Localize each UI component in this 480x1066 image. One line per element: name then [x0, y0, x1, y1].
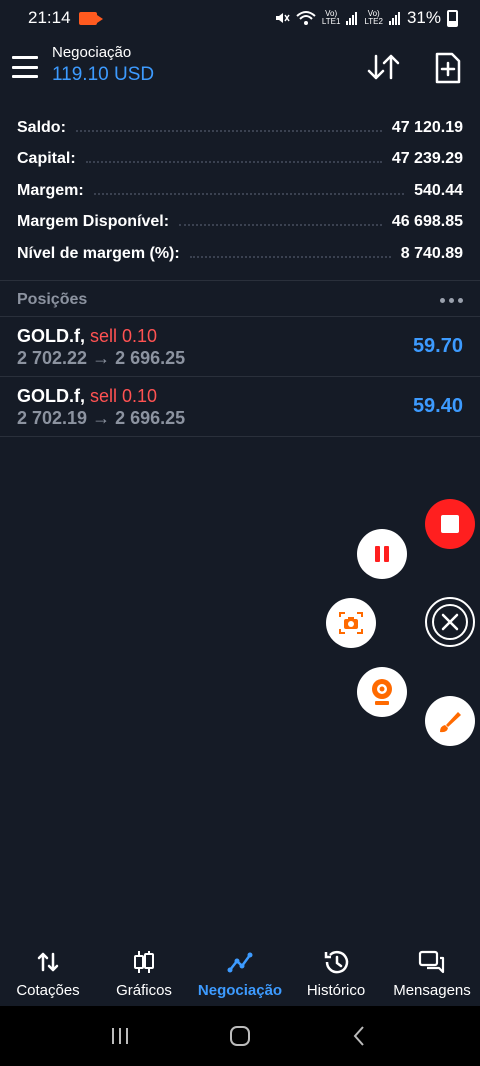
recent-apps-icon[interactable]: [108, 1024, 132, 1048]
positions-header: Posições: [0, 284, 480, 316]
nav-charts[interactable]: Gráficos: [96, 940, 192, 1006]
position-profit: 59.40: [412, 395, 463, 417]
status-time: 21:14: [28, 8, 71, 27]
account-title: Negociação 119.10 USD: [52, 44, 154, 86]
divider: [0, 436, 480, 437]
position-row[interactable]: GOLD.f, sell 0.10 2 702.22 → 2 696.25 59…: [0, 317, 480, 376]
summary-row-equity: Capital: 47 239.29: [0, 144, 480, 176]
summary-label: Saldo:: [17, 118, 66, 136]
signal-bars-1-icon: [346, 12, 358, 25]
position-row[interactable]: GOLD.f, sell 0.10 2 702.19 → 2 696.25 59…: [0, 377, 480, 436]
position-title: GOLD.f, sell 0.10: [17, 326, 157, 347]
summary-value: 47 239.29: [391, 150, 463, 168]
history-clock-icon: [324, 950, 349, 974]
back-icon[interactable]: [348, 1024, 372, 1048]
record-stop-button[interactable]: [425, 499, 475, 549]
nav-label: Histórico: [306, 982, 366, 999]
nav-trade[interactable]: Negociação: [192, 940, 288, 1006]
messages-icon: [418, 950, 445, 974]
summary-row-margin: Margem: 540.44: [0, 175, 480, 207]
nav-messages[interactable]: Mensagens: [384, 940, 480, 1006]
trade-line-icon: [227, 952, 253, 973]
screenshot-button[interactable]: [326, 598, 376, 648]
leader-dots: [85, 161, 382, 164]
summary-row-margin-level: Nível de margem (%): 8 740.89: [0, 238, 480, 270]
status-bar: 21:14 Vo) LTE1 Vo) LTE2 31%: [0, 0, 480, 36]
nav-label: Cotações: [16, 982, 80, 999]
position-prices: 2 702.19 → 2 696.25: [17, 408, 186, 428]
webcam-button[interactable]: [357, 667, 407, 717]
summary-value: 47 120.19: [391, 118, 463, 136]
nav-label: Gráficos: [116, 982, 172, 999]
menu-icon[interactable]: [12, 56, 38, 78]
position-side: sell 0.10: [90, 326, 158, 346]
record-pause-button[interactable]: [357, 529, 407, 579]
nav-history[interactable]: Histórico: [288, 940, 384, 1006]
candlestick-icon: [134, 951, 154, 973]
camera-icon: [339, 612, 363, 634]
leader-dots: [93, 192, 405, 195]
leader-dots: [179, 224, 382, 227]
summary-label: Margem Disponível:: [17, 213, 170, 231]
brush-icon: [440, 712, 461, 733]
mute-icon: [275, 13, 290, 23]
app-header: Negociação 119.10 USD: [0, 36, 480, 100]
position-symbol: GOLD.f,: [17, 326, 85, 346]
summary-value: 46 698.85: [391, 213, 463, 231]
more-options-icon[interactable]: [440, 297, 463, 303]
nav-label: Negociação: [197, 982, 283, 999]
close-recorder-button[interactable]: [425, 597, 475, 647]
summary-label: Margem:: [17, 181, 84, 199]
new-order-icon[interactable]: [428, 50, 468, 86]
webcam-icon: [372, 679, 392, 705]
stop-icon: [441, 515, 459, 533]
summary-row-free-margin: Margem Disponível: 46 698.85: [0, 207, 480, 239]
system-nav-bar: [0, 1006, 480, 1066]
home-icon[interactable]: [228, 1024, 252, 1048]
screen-record-icon: [78, 11, 103, 25]
signal-2-icon: Vo) LTE2: [364, 9, 383, 26]
summary-row-balance: Saldo: 47 120.19: [0, 112, 480, 144]
summary-value: 8 740.89: [400, 244, 463, 262]
pause-icon: [375, 546, 389, 562]
signal-1-icon: Vo) LTE1: [321, 9, 341, 26]
position-title: GOLD.f, sell 0.10: [17, 386, 157, 407]
battery-percent: 31%: [406, 8, 441, 27]
summary-value: 540.44: [414, 181, 463, 199]
summary-label: Nível de margem (%):: [17, 244, 180, 262]
summary-label: Capital:: [17, 150, 76, 168]
arrows-updown-icon: [37, 952, 59, 972]
position-symbol: GOLD.f,: [17, 386, 85, 406]
draw-button[interactable]: [425, 696, 475, 746]
sort-icon[interactable]: [364, 50, 404, 86]
nav-label: Mensagens: [393, 982, 471, 999]
battery-icon: [447, 9, 458, 27]
divider: [0, 280, 480, 281]
wifi-icon: [296, 11, 316, 25]
leader-dots: [189, 255, 391, 258]
positions-title: Posições: [17, 291, 88, 308]
account-balance: 119.10 USD: [52, 64, 155, 85]
account-summary: Saldo: 47 120.19 Capital: 47 239.29 Marg…: [0, 112, 480, 270]
position-profit: 59.70: [412, 335, 463, 357]
bottom-nav: Cotações Gráficos Negociação Histórico M…: [0, 940, 480, 1006]
position-prices: 2 702.22 → 2 696.25: [17, 348, 186, 368]
page-title: Negociação: [52, 44, 132, 61]
signal-bars-2-icon: [388, 12, 400, 25]
leader-dots: [75, 129, 382, 132]
nav-quotes[interactable]: Cotações: [0, 940, 96, 1006]
position-side: sell 0.10: [90, 386, 158, 406]
close-icon: [432, 604, 468, 640]
